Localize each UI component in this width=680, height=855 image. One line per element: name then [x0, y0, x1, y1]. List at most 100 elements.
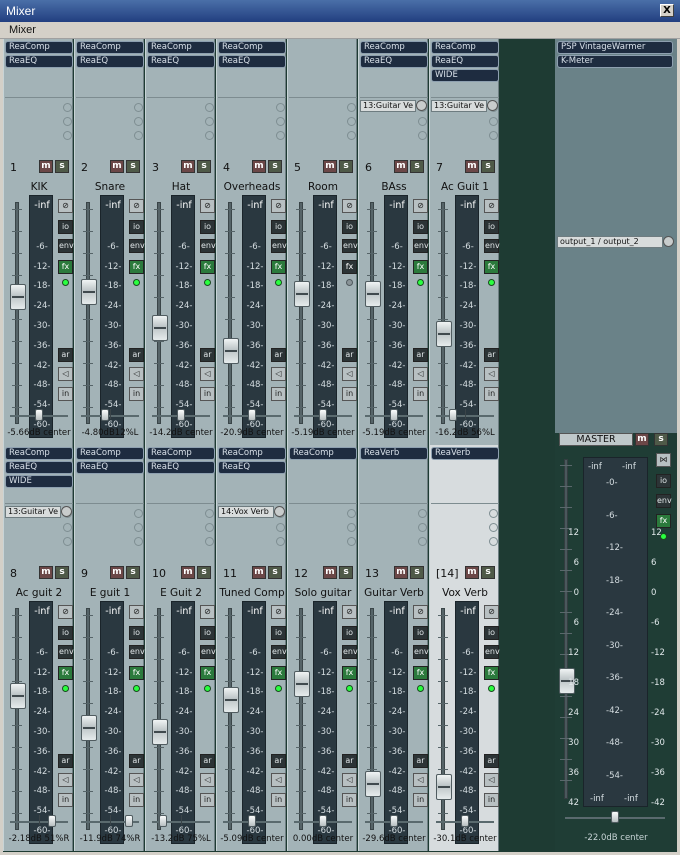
send-knob-icon[interactable]	[61, 506, 72, 517]
fx-slot[interactable]: ReaComp	[289, 447, 357, 460]
mute-button[interactable]: m	[323, 566, 337, 579]
track-name[interactable]: Snare	[75, 181, 145, 193]
pan-knob[interactable]	[448, 409, 457, 421]
solo-button[interactable]: s	[339, 160, 353, 173]
monitor-icon[interactable]: ◁	[484, 367, 499, 381]
fx-slot[interactable]: ReaEQ	[218, 461, 286, 474]
fx-button[interactable]: fx	[342, 260, 357, 274]
fx-slot[interactable]: ReaComp	[218, 41, 286, 54]
solo-button[interactable]: s	[126, 160, 140, 173]
env-button[interactable]: env	[58, 239, 74, 253]
mute-button[interactable]: m	[181, 566, 195, 579]
knob-icon[interactable]	[276, 117, 285, 126]
fx-slot[interactable]: ReaEQ	[360, 55, 428, 68]
solo-button[interactable]: s	[481, 160, 495, 173]
fader-handle[interactable]	[436, 321, 452, 348]
fx-button[interactable]: fx	[413, 260, 428, 274]
input-button[interactable]: in	[484, 387, 499, 401]
send-label[interactable]: 13:Guitar Ve	[5, 506, 61, 518]
knob-icon[interactable]	[347, 103, 356, 112]
env-button[interactable]: env	[484, 645, 500, 659]
mute-button[interactable]: m	[39, 566, 53, 579]
env-button[interactable]: env	[413, 239, 429, 253]
knob-icon[interactable]	[347, 117, 356, 126]
phase-icon[interactable]: ⊘	[58, 605, 73, 619]
knob-icon[interactable]	[347, 131, 356, 140]
track-name[interactable]: Hat	[146, 181, 216, 193]
solo-button[interactable]: s	[268, 160, 282, 173]
solo-button[interactable]: s	[197, 566, 211, 579]
io-button[interactable]: io	[271, 626, 286, 640]
phase-icon[interactable]: ⊘	[484, 605, 499, 619]
input-button[interactable]: in	[129, 387, 144, 401]
pan-knob[interactable]	[248, 815, 256, 827]
monitor-icon[interactable]: ◁	[342, 367, 357, 381]
phase-icon[interactable]: ⊘	[484, 199, 499, 213]
env-button[interactable]: env	[58, 645, 74, 659]
knob-icon[interactable]	[205, 523, 214, 532]
monitor-icon[interactable]: ◁	[342, 773, 357, 787]
input-button[interactable]: in	[58, 793, 73, 807]
fx-button[interactable]: fx	[200, 260, 215, 274]
knob-icon[interactable]	[276, 537, 285, 546]
monitor-icon[interactable]: ◁	[200, 367, 215, 381]
fx-slot[interactable]: ReaVerb	[431, 447, 499, 460]
pan-knob[interactable]	[461, 815, 469, 827]
monitor-icon[interactable]: ◁	[413, 773, 428, 787]
master-mute-button[interactable]: m	[635, 433, 649, 446]
env-button[interactable]: env	[271, 645, 287, 659]
env-button[interactable]: env	[413, 645, 429, 659]
fx-button[interactable]: fx	[342, 666, 357, 680]
master-output-knob-icon[interactable]	[663, 236, 674, 247]
io-button[interactable]: io	[129, 220, 144, 234]
fader-handle[interactable]	[10, 283, 26, 310]
phase-icon[interactable]: ⊘	[200, 199, 215, 213]
track-name[interactable]: Ac Guit 1	[430, 181, 500, 193]
mute-button[interactable]: m	[394, 160, 408, 173]
input-button[interactable]: in	[413, 793, 428, 807]
track-name[interactable]: Tuned Comp	[217, 587, 287, 599]
fader-handle[interactable]	[81, 279, 97, 306]
track-name[interactable]: Vox Verb	[430, 587, 500, 599]
ar-button[interactable]: ar	[271, 348, 286, 362]
io-button[interactable]: io	[271, 220, 286, 234]
pan-knob[interactable]	[390, 409, 398, 421]
master-mono-icon[interactable]: ⋈	[656, 453, 671, 467]
send-label[interactable]: 13:Guitar Ve	[360, 100, 416, 112]
knob-icon[interactable]	[134, 117, 143, 126]
monitor-icon[interactable]: ◁	[271, 367, 286, 381]
fx-slot[interactable]: ReaEQ	[147, 461, 215, 474]
solo-button[interactable]: s	[197, 160, 211, 173]
pan-knob[interactable]	[124, 815, 133, 827]
mute-button[interactable]: m	[181, 160, 195, 173]
knob-icon[interactable]	[489, 523, 498, 532]
knob-icon[interactable]	[134, 523, 143, 532]
knob-icon[interactable]	[418, 509, 427, 518]
fader-handle[interactable]	[365, 771, 381, 798]
mute-button[interactable]: m	[394, 566, 408, 579]
send-knob-icon[interactable]	[487, 100, 498, 111]
phase-icon[interactable]: ⊘	[129, 199, 144, 213]
fx-button[interactable]: fx	[200, 666, 215, 680]
track-name[interactable]: KIK	[4, 181, 74, 193]
io-button[interactable]: io	[200, 626, 215, 640]
fx-slot[interactable]: ReaEQ	[76, 55, 144, 68]
ar-button[interactable]: ar	[58, 754, 73, 768]
fx-button[interactable]: fx	[484, 260, 499, 274]
fx-slot[interactable]: ReaComp	[360, 41, 428, 54]
io-button[interactable]: io	[58, 626, 73, 640]
pan-knob[interactable]	[47, 815, 56, 827]
io-button[interactable]: io	[484, 220, 499, 234]
ar-button[interactable]: ar	[129, 348, 144, 362]
fx-slot[interactable]: ReaEQ	[5, 55, 73, 68]
input-button[interactable]: in	[342, 793, 357, 807]
fx-slot[interactable]: ReaEQ	[5, 461, 73, 474]
solo-button[interactable]: s	[410, 160, 424, 173]
track-name[interactable]: BAss	[359, 181, 429, 193]
fader-handle[interactable]	[81, 714, 97, 741]
solo-button[interactable]: s	[55, 160, 69, 173]
fader-handle[interactable]	[365, 281, 381, 308]
env-button[interactable]: env	[200, 645, 216, 659]
menu-mixer[interactable]: Mixer	[9, 24, 36, 36]
fx-slot[interactable]: ReaEQ	[431, 55, 499, 68]
